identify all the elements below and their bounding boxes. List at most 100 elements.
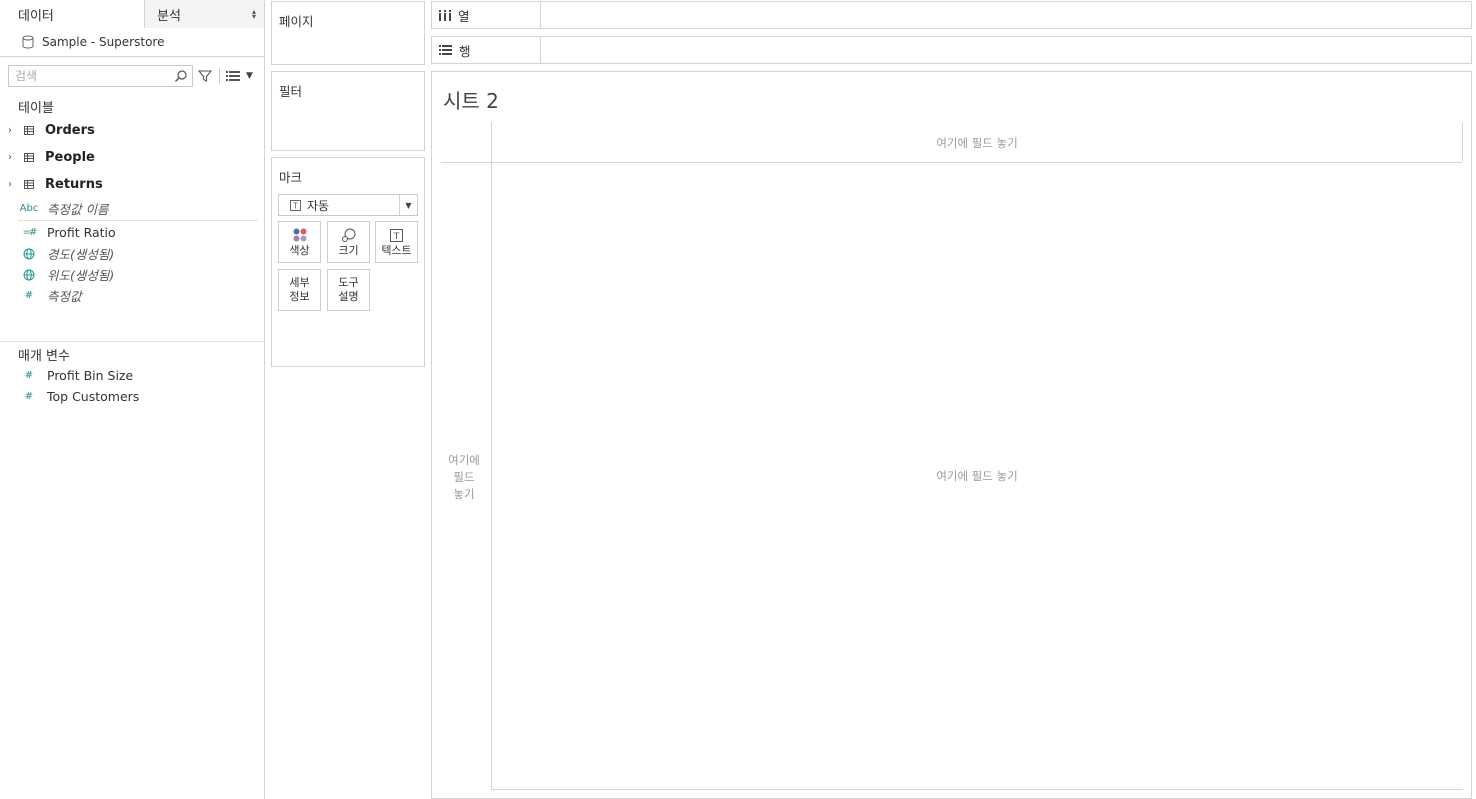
- parameters-header: 매개 변수: [18, 348, 70, 364]
- filter-icon[interactable]: [197, 68, 213, 84]
- pages-card-title: 페이지: [279, 14, 314, 29]
- tooltip-button[interactable]: 도구 설명: [327, 269, 370, 311]
- columns-shelf-label: 열: [432, 2, 541, 28]
- drop-field-main-zone[interactable]: 여기에 필드 놓기: [492, 468, 1462, 484]
- measure-icon: #: [24, 290, 34, 301]
- field-label: 경도(생성됨): [47, 247, 115, 262]
- chevron-right-icon[interactable]: ›: [8, 179, 18, 190]
- field-measure-values[interactable]: # 측정값: [0, 285, 264, 306]
- chevron-down-icon: ▼: [246, 71, 253, 81]
- size-icon: [341, 226, 357, 244]
- text-button[interactable]: T 텍스트: [375, 221, 418, 263]
- field-measure-names[interactable]: Abc 측정값 이름: [0, 198, 264, 219]
- table-icon: [24, 180, 34, 189]
- detail-button[interactable]: 세부 정보: [278, 269, 321, 311]
- size-button[interactable]: 크기: [327, 221, 370, 263]
- chevron-down-icon[interactable]: ▼: [399, 195, 417, 215]
- marks-card: 마크 T 자동 ▼ 색상 크기 T 텍스트 세부 정보 도구 설명: [271, 157, 425, 367]
- datasource-item[interactable]: Sample - Superstore: [0, 28, 264, 57]
- search-icon[interactable]: [174, 69, 188, 83]
- worksheet-view: 시트 2 여기에 필드 놓기 여기에 필드 놓기 여기에 필드 놓기: [431, 71, 1472, 799]
- parameter-label: Profit Bin Size: [47, 368, 134, 383]
- svg-text:T: T: [393, 232, 400, 242]
- table-returns[interactable]: › Returns: [0, 171, 264, 198]
- view-options-button[interactable]: ▼: [226, 71, 253, 81]
- text-label: 텍스트: [381, 244, 412, 257]
- tab-data-label: 데이터: [18, 8, 54, 24]
- columns-shelf[interactable]: 열: [431, 1, 1472, 29]
- table-people[interactable]: › People: [0, 144, 264, 171]
- columns-icon: [439, 9, 451, 21]
- updown-icon: ▴ ▾: [251, 7, 256, 21]
- search-row: ▼: [0, 57, 264, 95]
- drop-field-rows-zone[interactable]: 여기에 필드 놓기: [442, 452, 486, 503]
- tables-header: 테이블: [18, 100, 54, 116]
- sheet-title[interactable]: 시트 2: [443, 85, 499, 114]
- parameter-label: Top Customers: [47, 389, 140, 404]
- marks-card-title: 마크: [279, 170, 303, 185]
- globe-icon: [20, 269, 38, 281]
- color-label: 색상: [289, 244, 310, 257]
- parameter-icon: #: [24, 391, 34, 402]
- parameter-icon: #: [24, 370, 34, 381]
- tab-analysis[interactable]: 분석 ▴ ▾: [145, 0, 264, 28]
- field-profit-ratio[interactable]: =# Profit Ratio: [0, 222, 264, 243]
- text-icon: T: [390, 226, 403, 244]
- table-label: Returns: [45, 177, 103, 192]
- field-label: 측정값: [47, 289, 82, 304]
- parameter-top-customers[interactable]: # Top Customers: [0, 386, 264, 407]
- abc-string-icon: Abc: [19, 203, 39, 214]
- divider: [441, 162, 1462, 163]
- filters-card-title: 필터: [279, 84, 303, 99]
- drop-left-line-3: 놓기: [453, 487, 475, 501]
- rows-drop-zone[interactable]: [541, 37, 1471, 63]
- tab-data[interactable]: 데이터: [0, 0, 145, 29]
- divider: [18, 220, 258, 221]
- parameter-profit-bin-size[interactable]: # Profit Bin Size: [0, 365, 264, 386]
- drop-field-columns-zone[interactable]: 여기에 필드 놓기: [492, 135, 1462, 151]
- data-pane: 데이터 분석 ▴▾ Sample - Superstore ▼ 테이블 › Or…: [0, 0, 265, 799]
- size-label: 크기: [338, 244, 359, 257]
- search-box: [8, 65, 193, 87]
- detail-label-2: 정보: [289, 290, 310, 303]
- pages-card[interactable]: 페이지: [271, 1, 425, 65]
- chevron-right-icon[interactable]: ›: [8, 152, 18, 163]
- rows-shelf[interactable]: 행: [431, 36, 1472, 64]
- divider: [0, 341, 264, 342]
- table-orders[interactable]: › Orders: [0, 117, 264, 144]
- svg-text:T: T: [292, 201, 298, 210]
- mark-type-dropdown[interactable]: T 자동 ▼: [278, 194, 418, 216]
- divider: [1462, 122, 1463, 162]
- calculated-measure-icon: =#: [22, 227, 38, 238]
- color-button[interactable]: 색상: [278, 221, 321, 263]
- table-icon: [24, 126, 34, 135]
- list-view-icon: [226, 71, 240, 81]
- mark-type-label: 자동: [307, 198, 330, 213]
- field-longitude[interactable]: 경도(생성됨): [0, 243, 264, 264]
- tab-analysis-label: 분석: [157, 8, 181, 24]
- drop-left-line-1: 여기에: [448, 453, 480, 467]
- table-label: People: [45, 150, 95, 165]
- drop-left-line-2: 필드: [453, 470, 475, 484]
- field-latitude[interactable]: 위도(생성됨): [0, 264, 264, 285]
- pane-tabs: 데이터 분석 ▴ ▾: [0, 0, 264, 29]
- table-icon: [24, 153, 34, 162]
- rows-shelf-label: 행: [432, 37, 541, 63]
- table-label: Orders: [45, 123, 95, 138]
- tooltip-label-2: 설명: [338, 290, 359, 303]
- field-label: 측정값 이름: [47, 202, 109, 217]
- rows-label: 행: [459, 43, 471, 59]
- detail-label-1: 세부: [289, 276, 310, 289]
- rows-icon: [439, 45, 452, 55]
- globe-icon: [20, 248, 38, 260]
- columns-drop-zone[interactable]: [541, 2, 1471, 28]
- toolbar-separator: [219, 68, 220, 84]
- field-label: 위도(생성됨): [47, 268, 115, 283]
- search-input[interactable]: [15, 69, 165, 83]
- columns-label: 열: [458, 8, 470, 24]
- filters-card[interactable]: 필터: [271, 71, 425, 151]
- divider: [491, 122, 492, 790]
- chevron-right-icon[interactable]: ›: [8, 125, 18, 136]
- divider: [491, 789, 1463, 790]
- field-label: Profit Ratio: [47, 225, 116, 240]
